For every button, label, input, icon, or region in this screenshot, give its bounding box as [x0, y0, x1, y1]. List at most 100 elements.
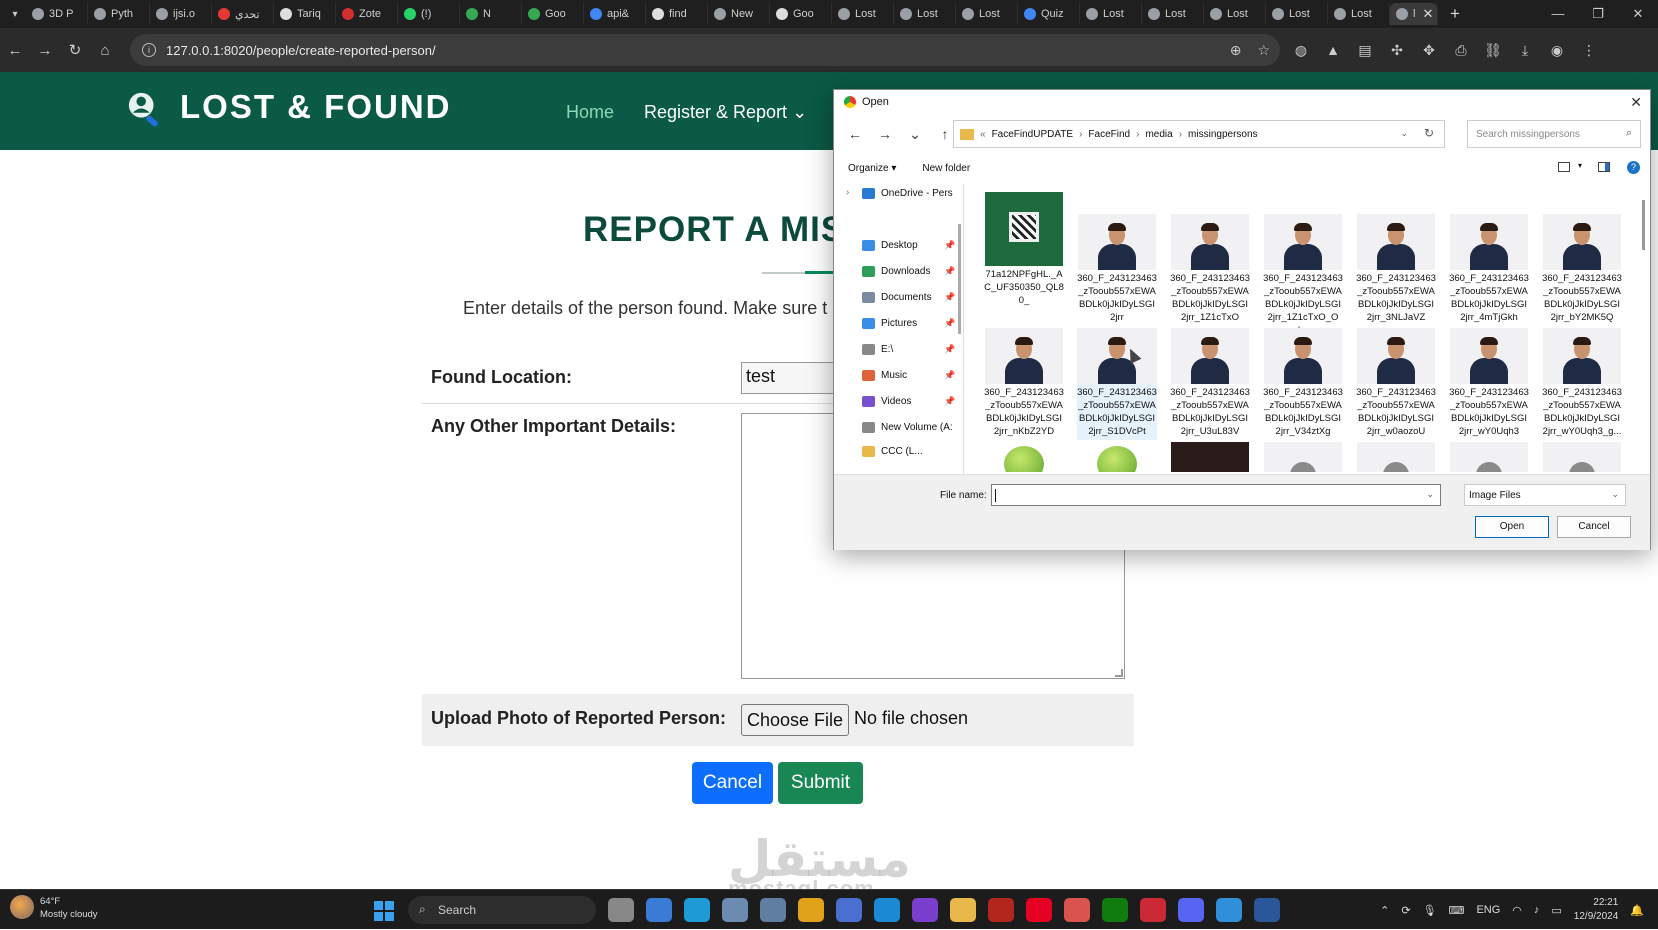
- new-tab-button[interactable]: +: [1450, 4, 1460, 24]
- browser-tab[interactable]: Lost: [956, 3, 1018, 25]
- nav-pane-item[interactable]: OneDrive - Pers: [862, 188, 953, 199]
- browser-tab[interactable]: Tariq: [274, 3, 336, 25]
- path-overflow-icon[interactable]: «: [980, 129, 986, 140]
- dialog-back-icon[interactable]: ←: [840, 126, 870, 142]
- extensions-puzzle-icon[interactable]: ✣: [1388, 42, 1406, 59]
- cancel-button[interactable]: Cancel: [692, 762, 773, 804]
- keyboard-icon[interactable]: ⌨: [1449, 904, 1465, 917]
- file-item[interactable]: [1542, 442, 1622, 472]
- browser-tab[interactable]: api&: [584, 3, 646, 25]
- weather-widget[interactable]: 64°F Mostly cloudy: [10, 895, 98, 921]
- site-logo-text[interactable]: LOST & FOUND: [180, 88, 451, 126]
- dialog-open-button[interactable]: Open: [1475, 516, 1549, 538]
- nav-pane-item[interactable]: E:\: [862, 344, 893, 355]
- path-segment[interactable]: FaceFind: [1088, 129, 1130, 140]
- xbox-app-icon[interactable]: [1102, 898, 1128, 922]
- profile-avatar-icon[interactable]: ◉: [1548, 42, 1566, 59]
- site-info-icon[interactable]: i: [142, 43, 156, 57]
- wifi-icon[interactable]: ◠: [1512, 904, 1522, 917]
- file-explorer-app-icon[interactable]: [608, 898, 634, 922]
- chrome-app-icon[interactable]: [798, 898, 824, 922]
- chrome-profile-app-icon[interactable]: [1064, 898, 1090, 922]
- dialog-address-bar[interactable]: « FaceFindUPDATE › FaceFind › media › mi…: [953, 120, 1445, 148]
- nav-pane-item[interactable]: Documents: [862, 292, 932, 303]
- browser-menu-icon[interactable]: ⋮: [1580, 42, 1598, 59]
- browser-tab[interactable]: N: [460, 3, 522, 25]
- dialog-cancel-button[interactable]: Cancel: [1557, 516, 1631, 538]
- file-item[interactable]: [984, 442, 1064, 472]
- browser-tab[interactable]: 3D P: [26, 3, 88, 25]
- recent-locations-chevron-icon[interactable]: ⌄: [900, 126, 930, 143]
- tray-overflow-chevron-icon[interactable]: ⌃: [1380, 904, 1389, 917]
- notification-bell-icon[interactable]: 🔔: [1630, 904, 1644, 917]
- nav-pane-item[interactable]: Desktop: [862, 240, 918, 251]
- view-options-icon[interactable]: [1558, 162, 1570, 172]
- extension-globe-icon[interactable]: ◍: [1292, 42, 1310, 59]
- dialog-forward-icon[interactable]: →: [870, 126, 900, 142]
- bookmark-star-icon[interactable]: ☆: [1257, 42, 1270, 59]
- file-type-select[interactable]: Image Files ⌄: [1464, 484, 1626, 506]
- sync-icon[interactable]: ⟳: [1401, 904, 1410, 917]
- found-location-input[interactable]: test: [741, 362, 841, 394]
- taskbar-search[interactable]: ⌕ Search: [408, 896, 596, 924]
- reload-icon[interactable]: ↻: [60, 41, 90, 59]
- file-item[interactable]: 360_F_243123463_zTooub557xEWABDLk0jJkIDy…: [1542, 328, 1622, 440]
- drive-icon[interactable]: ▲: [1324, 42, 1342, 59]
- preview-pane-icon[interactable]: [1598, 162, 1610, 172]
- new-folder-button[interactable]: New folder: [922, 163, 970, 174]
- browser-tab[interactable]: Goo: [522, 3, 584, 25]
- browser-tab[interactable]: Lost: [1142, 3, 1204, 25]
- nav-pane-item[interactable]: Downloads: [862, 266, 930, 277]
- file-item[interactable]: [1170, 442, 1250, 472]
- browser-tab[interactable]: Lost: [1204, 3, 1266, 25]
- volume-icon[interactable]: ♪: [1534, 904, 1540, 916]
- browser-tab[interactable]: Pyth: [88, 3, 150, 25]
- pinterest-app-icon[interactable]: [1026, 898, 1052, 922]
- zotero-app-icon[interactable]: [1140, 898, 1166, 922]
- file-item[interactable]: 360_F_243123463_zTooub557xEWABDLk0jJkIDy…: [1542, 214, 1622, 326]
- organize-menu[interactable]: Organize ▾: [848, 163, 896, 174]
- minimize-button[interactable]: —: [1538, 0, 1578, 28]
- microphone-icon[interactable]: 🎙: [1423, 904, 1437, 917]
- edge-app-icon[interactable]: [684, 898, 710, 922]
- path-segment[interactable]: missingpersons: [1188, 129, 1257, 140]
- browser-tab[interactable]: Lost: [1080, 3, 1142, 25]
- browser-tab[interactable]: Goo: [770, 3, 832, 25]
- browser-tab[interactable]: Lost: [1328, 3, 1390, 25]
- file-item[interactable]: 360_F_243123463_zTooub557xEWABDLk0jJkIDy…: [1263, 328, 1343, 440]
- visual-studio-app-icon[interactable]: [912, 898, 938, 922]
- forward-icon[interactable]: →: [30, 42, 60, 59]
- folder-app-icon[interactable]: [950, 898, 976, 922]
- nav-pane-scrollbar[interactable]: [958, 224, 961, 334]
- nav-pane-item[interactable]: New Volume (A:: [862, 422, 953, 433]
- file-item[interactable]: 360_F_243123463_zTooub557xEWABDLk0jJkIDy…: [1449, 214, 1529, 326]
- help-icon[interactable]: ?: [1627, 161, 1640, 174]
- link-icon[interactable]: ⛓: [1484, 42, 1502, 59]
- store-app-icon[interactable]: [760, 898, 786, 922]
- choose-file-button[interactable]: Choose File: [741, 704, 849, 736]
- address-dropdown-icon[interactable]: ⌄: [1400, 128, 1408, 139]
- app-generic-icon[interactable]: [836, 898, 862, 922]
- dialog-search-input[interactable]: Search missingpersons ⌕: [1467, 120, 1641, 148]
- file-item[interactable]: 360_F_243123463_zTooub557xEWABDLk0jJkIDy…: [1077, 328, 1157, 440]
- browser-tab[interactable]: New: [708, 3, 770, 25]
- download-icon[interactable]: ⤓: [1516, 42, 1534, 59]
- browser-tab[interactable]: Quiz: [1018, 3, 1080, 25]
- word-app-icon[interactable]: [1254, 898, 1280, 922]
- file-item[interactable]: [1077, 442, 1157, 472]
- file-name-input[interactable]: ⌄: [991, 484, 1441, 506]
- browser-tab[interactable]: Zote: [336, 3, 398, 25]
- app-red-icon[interactable]: [988, 898, 1014, 922]
- nav-pane-item[interactable]: CCC (L...: [862, 446, 923, 457]
- tab-search-chevron-icon[interactable]: ▾: [4, 3, 26, 25]
- browser-tab[interactable]: Lost: [1266, 3, 1328, 25]
- tab-close-icon[interactable]: ✕: [1422, 6, 1433, 22]
- home-icon[interactable]: ⌂: [90, 42, 120, 59]
- battery-icon[interactable]: ▭: [1551, 904, 1561, 917]
- file-item[interactable]: 360_F_243123463_zTooub557xEWABDLk0jJkIDy…: [1449, 328, 1529, 440]
- nav-pane-item[interactable]: Music: [862, 370, 907, 381]
- nav-register-report-menu[interactable]: Register & Report ⌄: [644, 102, 807, 123]
- extension-bug-icon[interactable]: ✥: [1420, 42, 1438, 59]
- file-item[interactable]: 360_F_243123463_zTooub557xEWABDLk0jJkIDy…: [984, 328, 1064, 440]
- extension-doc-icon[interactable]: ▤: [1356, 42, 1374, 59]
